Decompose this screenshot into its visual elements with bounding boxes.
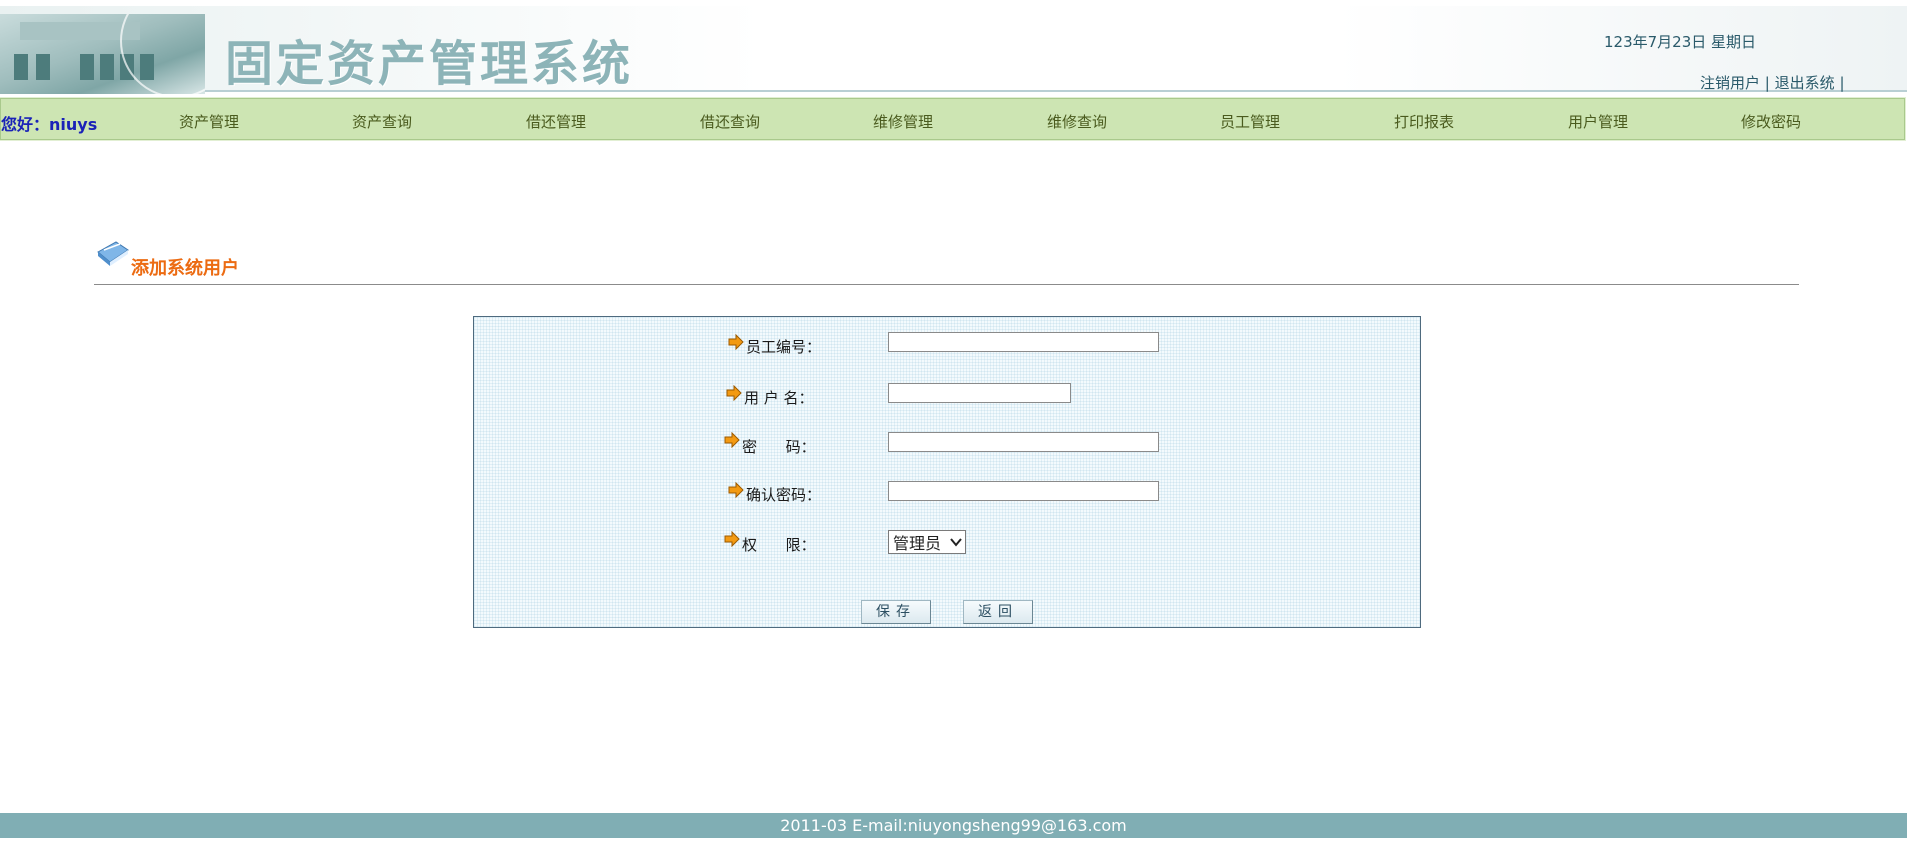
arrow-bullet-icon (728, 334, 744, 350)
permission-label: 权 限： (742, 536, 816, 554)
arrow-bullet-icon (724, 432, 740, 448)
user-greeting: 您好：niuys (1, 115, 98, 134)
page-title: 添加系统用户 (131, 258, 239, 279)
permission-selected-value: 管理员 (893, 534, 942, 553)
nav-item-asset-management[interactable]: 资产管理 (179, 111, 239, 132)
arrow-bullet-icon (728, 482, 744, 498)
book-icon (97, 241, 129, 266)
section-divider (94, 284, 1799, 285)
confirm-password-label: 确认密码： (746, 486, 822, 504)
nav-item-borrow-query[interactable]: 借还查询 (700, 111, 760, 132)
logout-user-link[interactable]: 注销用户 (1700, 74, 1760, 92)
nav-item-change-password[interactable]: 修改密码 (1741, 111, 1801, 132)
header: 固定资产管理系统 123年7月23日 星期日 注销用户 | 退出系统 | (0, 6, 1907, 94)
footer: 2011-03 E-mail:niuyongsheng99@163.com (0, 813, 1907, 838)
nav-item-repair-management[interactable]: 维修管理 (873, 111, 933, 132)
employee-id-label: 员工编号： (746, 338, 822, 356)
arrow-bullet-icon (724, 531, 740, 547)
footer-text: 2011-03 E-mail:niuyongsheng99@163.com (780, 816, 1127, 835)
system-title: 固定资产管理系统 (225, 36, 634, 92)
nav-item-repair-query[interactable]: 维修查询 (1047, 111, 1107, 132)
username-input[interactable] (888, 383, 1071, 403)
back-button[interactable]: 返回 (963, 600, 1033, 624)
password-input[interactable] (888, 432, 1159, 452)
username-label: 用 户 名： (744, 389, 814, 407)
permission-select[interactable]: 管理员 (888, 530, 966, 554)
chevron-down-icon (950, 538, 962, 547)
nav-item-print-report[interactable]: 打印报表 (1394, 111, 1454, 132)
add-user-form-panel (473, 316, 1421, 628)
password-label: 密 码： (742, 438, 816, 456)
nav-item-employee-management[interactable]: 员工管理 (1220, 111, 1280, 132)
confirm-password-input[interactable] (888, 481, 1159, 501)
building-logo-image (0, 14, 205, 94)
arrow-bullet-icon (726, 385, 742, 401)
header-links: 注销用户 | 退出系统 | (1700, 72, 1845, 93)
current-date: 123年7月23日 星期日 (1604, 33, 1757, 51)
nav-item-borrow-management[interactable]: 借还管理 (526, 111, 586, 132)
nav-item-asset-query[interactable]: 资产查询 (352, 111, 412, 132)
save-button[interactable]: 保存 (861, 600, 931, 624)
link-separator: | (1839, 74, 1845, 92)
link-separator: | (1764, 74, 1770, 92)
employee-id-input[interactable] (888, 332, 1159, 352)
exit-system-link[interactable]: 退出系统 (1775, 74, 1835, 92)
nav-item-user-management[interactable]: 用户管理 (1568, 111, 1628, 132)
main-nav: 您好：niuys 资产管理 资产查询 借还管理 借还查询 维修管理 维修查询 员… (0, 97, 1906, 141)
